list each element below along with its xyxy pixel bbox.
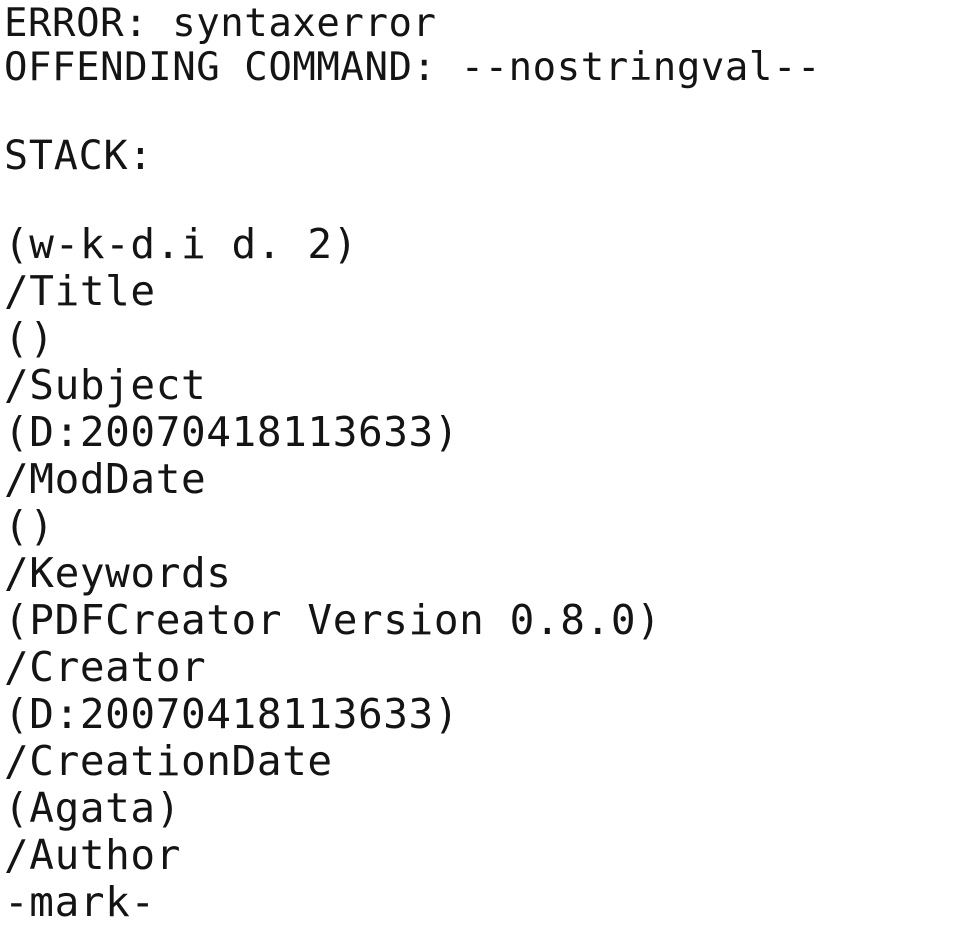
- stack-entry: (w-k-d.i d. 2): [4, 220, 358, 268]
- stack-entry: (D:20070418113633): [4, 408, 460, 456]
- stack-entry: /Subject: [4, 361, 207, 409]
- stack-entry: (): [4, 502, 55, 550]
- stack-entry: (): [4, 314, 55, 362]
- stack-entry: /CreationDate: [4, 737, 333, 785]
- offending-command-line: OFFENDING COMMAND: --nostringval--: [4, 45, 822, 90]
- stack-label: STACK:: [4, 133, 154, 179]
- stack-entry: /Keywords: [4, 549, 232, 597]
- postscript-error-page: ERROR: syntaxerror OFFENDING COMMAND: --…: [0, 0, 960, 924]
- stack-entry: (Agata): [4, 784, 181, 832]
- stack-entry: /ModDate: [4, 455, 207, 503]
- error-line: ERROR: syntaxerror: [4, 1, 437, 46]
- stack-entry: (D:20070418113633): [4, 690, 460, 738]
- stack-entry: (PDFCreator Version 0.8.0): [4, 596, 662, 644]
- stack-entry: /Title: [4, 267, 156, 315]
- stack-entry: /Author: [4, 831, 181, 879]
- stack-entry: -mark-: [4, 878, 156, 926]
- stack-entry: /Creator: [4, 643, 207, 691]
